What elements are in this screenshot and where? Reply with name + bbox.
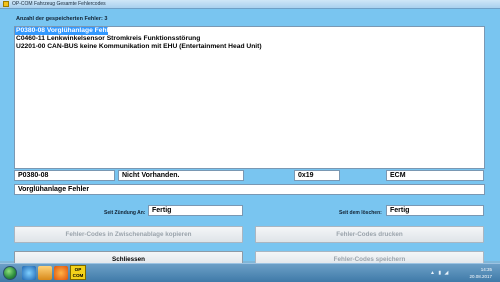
- fault-list-item[interactable]: C0460-11 Lenkwinkelsensor Stromkreis Fun…: [15, 35, 484, 43]
- print-button[interactable]: Fehler-Codes drucken: [255, 226, 484, 243]
- window-title: OP-COM Fahrzeug Gesamte Fehlercodes: [12, 1, 106, 7]
- clock-time: 14:35: [480, 267, 492, 272]
- fault-description-field: Vorglühanlage Fehler: [14, 184, 485, 195]
- system-tray-icons[interactable]: ▲ ▮ ◢: [430, 270, 449, 276]
- fault-code-field: P0380-08: [14, 170, 115, 181]
- start-button-icon[interactable]: [3, 266, 17, 280]
- fault-list-item[interactable]: P0380-08 Vorglühanlage Fehler: [15, 27, 115, 35]
- fault-codes-window: Anzahl der gespeicherten Fehler: 3 P0380…: [0, 9, 500, 268]
- since-clear-field: Fertig: [386, 205, 484, 216]
- fault-hex-field: 0x19: [294, 170, 340, 181]
- file-explorer-icon[interactable]: [38, 266, 52, 280]
- fault-list[interactable]: P0380-08 Vorglühanlage Fehler C0460-11 L…: [14, 26, 485, 169]
- fault-module-field: ECM: [386, 170, 484, 181]
- app-icon: [3, 1, 9, 7]
- title-bar: OP-COM Fahrzeug Gesamte Fehlercodes: [0, 0, 500, 9]
- op-com-taskbar-icon[interactable]: OP COM: [70, 265, 86, 280]
- taskbar: OP COM ▲ ▮ ◢ 14:35 20.08.2017: [0, 263, 500, 282]
- copy-to-clipboard-button[interactable]: Fehler-Codes in Zwischenablage kopieren: [14, 226, 243, 243]
- firefox-icon[interactable]: [54, 266, 68, 280]
- since-clear-label: Seit dem löschen:: [339, 210, 382, 216]
- since-ignition-field: Fertig: [148, 205, 243, 216]
- fault-count-label: Anzahl der gespeicherten Fehler: 3: [16, 16, 108, 22]
- clock-date: 20.08.2017: [469, 274, 492, 279]
- since-ignition-label: Seit Zündung An:: [104, 210, 146, 216]
- fault-list-item[interactable]: U2201-00 CAN-BUS keine Kommunikation mit…: [15, 43, 484, 51]
- internet-explorer-icon[interactable]: [22, 266, 36, 280]
- fault-status-field: Nicht Vorhanden.: [118, 170, 244, 181]
